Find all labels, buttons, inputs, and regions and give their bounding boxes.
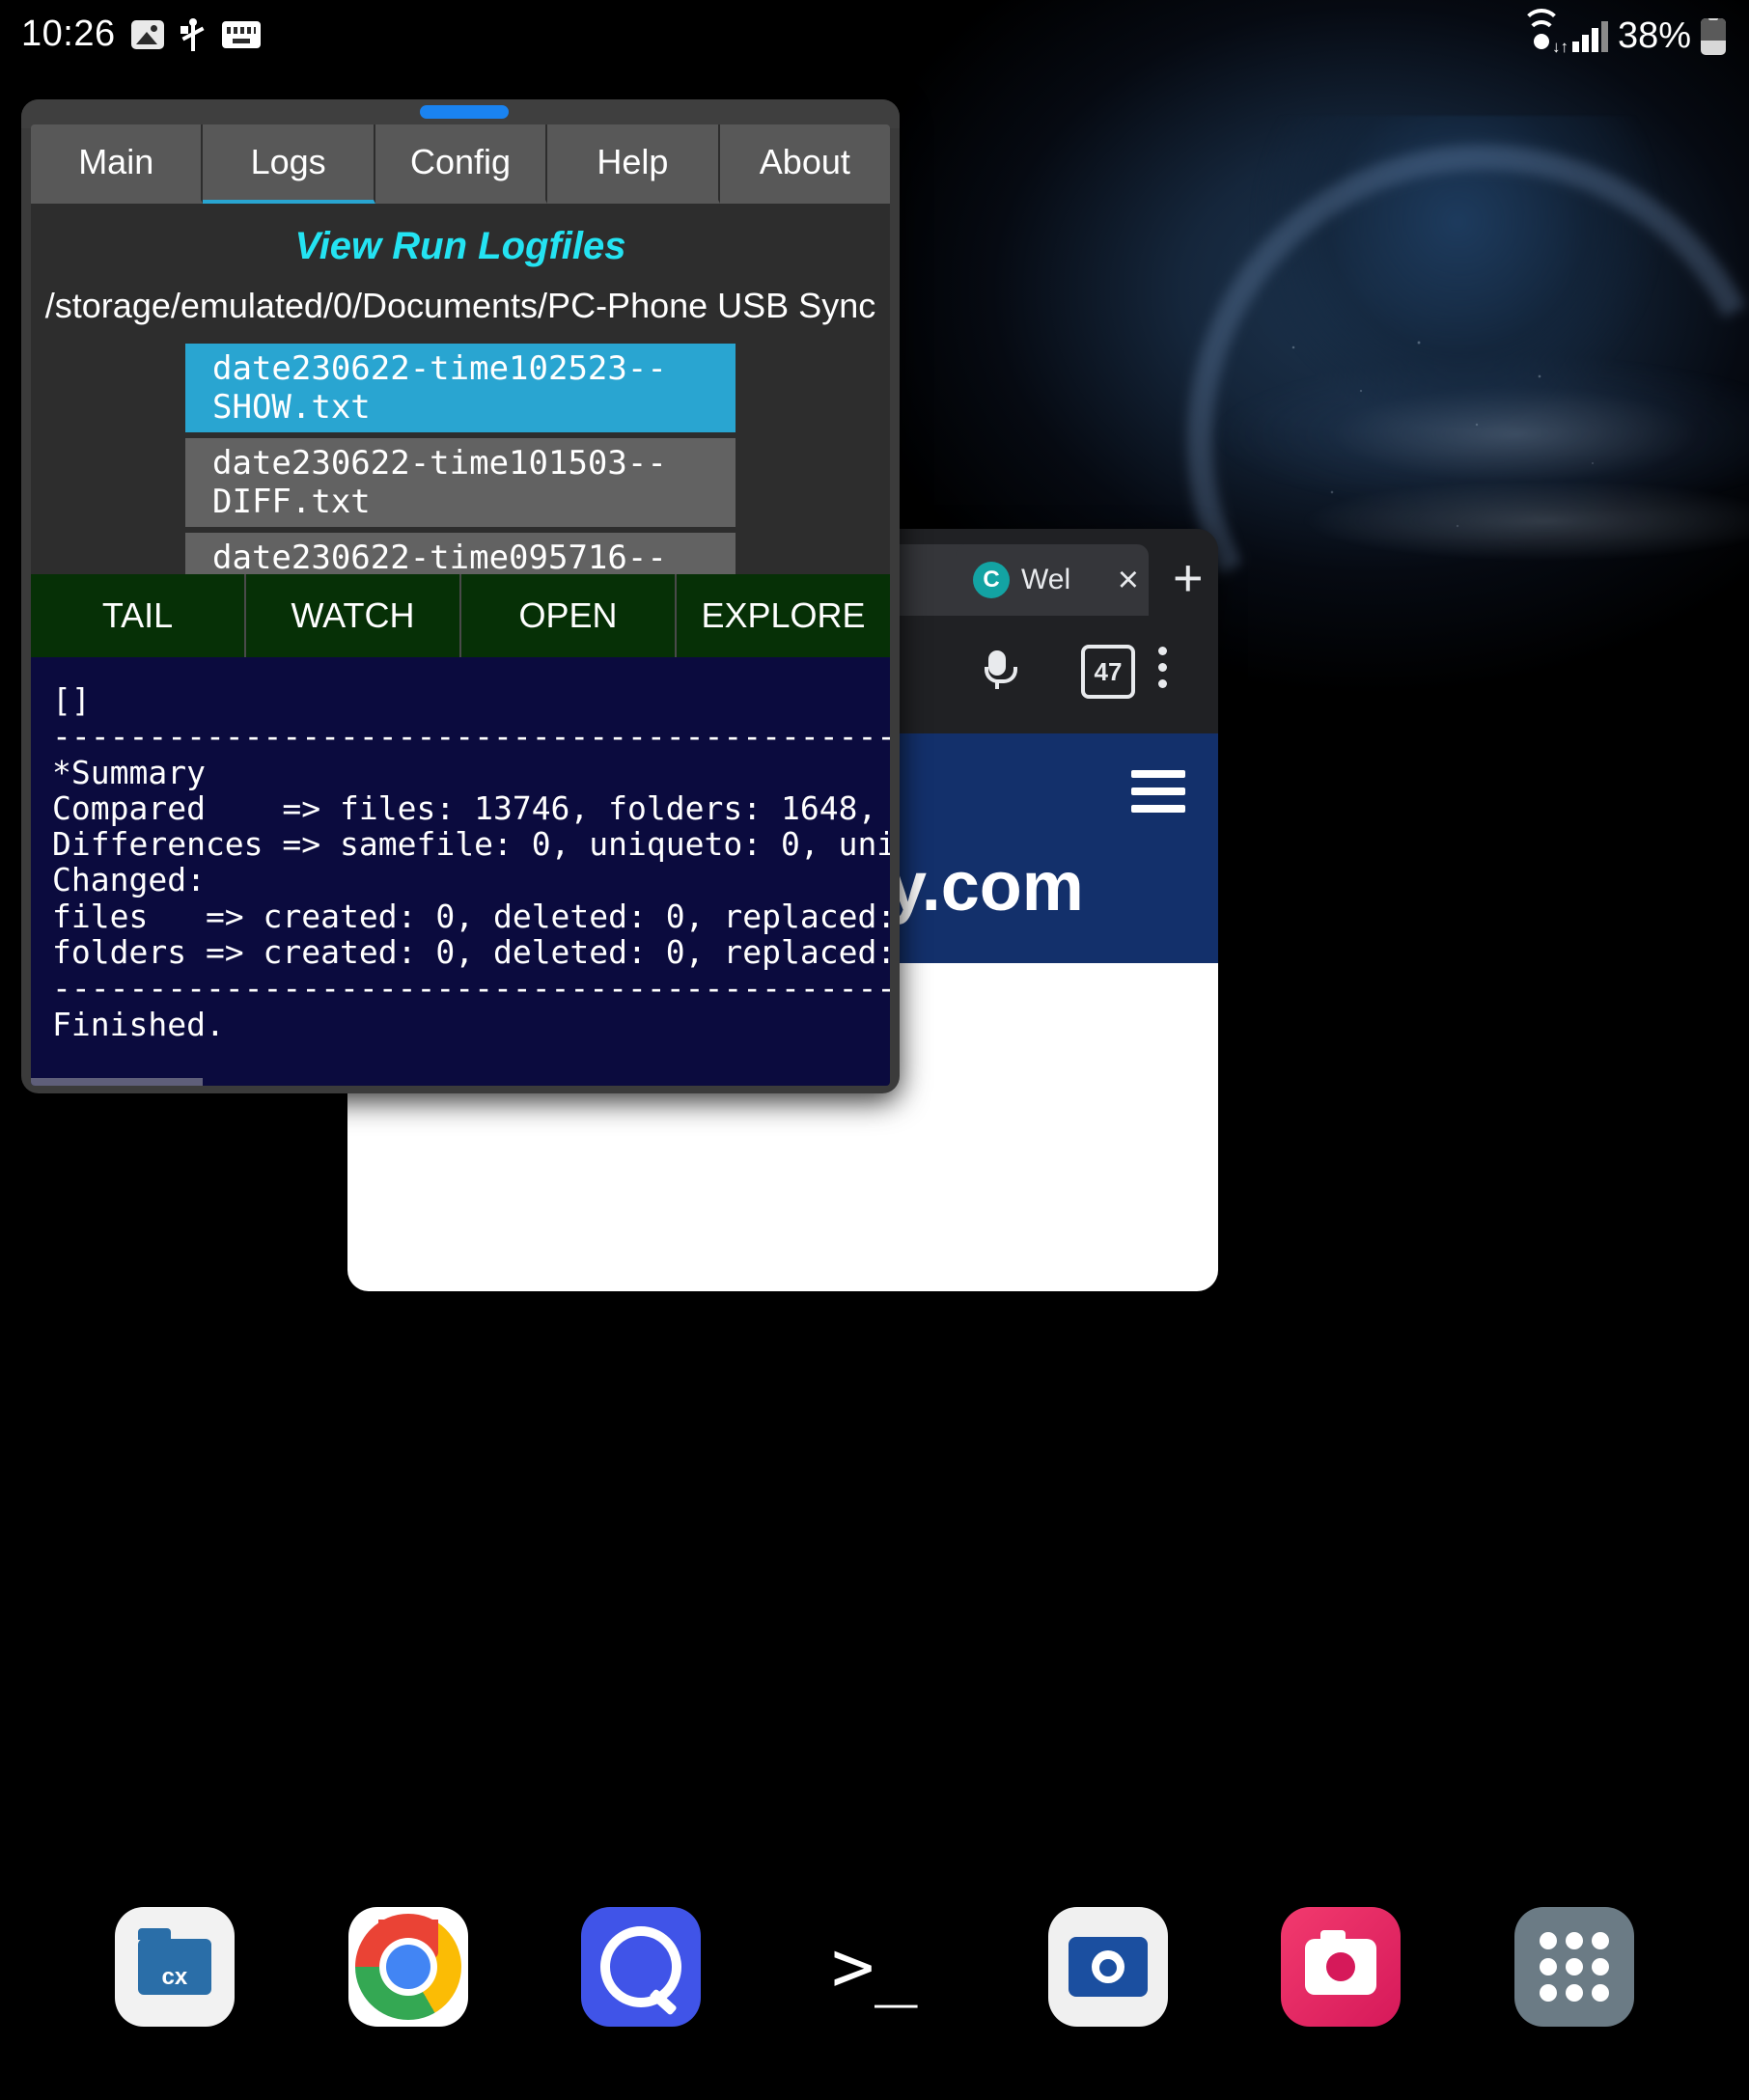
open-button[interactable]: OPEN — [461, 574, 677, 657]
logfile-name: date230622-time102523--SHOW.txt — [212, 349, 667, 427]
list-item[interactable]: date230622-time101503--DIFF.txt — [185, 438, 736, 527]
battery-percent-label: 38% — [1617, 15, 1691, 56]
tab-favicon-icon: C — [973, 562, 1010, 598]
new-tab-button[interactable]: + — [1173, 552, 1204, 604]
wifi-icon: ↓↑ — [1520, 8, 1569, 55]
watch-button[interactable]: WATCH — [246, 574, 461, 657]
logfile-name: date230622-time101503--DIFF.txt — [212, 444, 667, 521]
section-title: View Run Logfiles — [294, 225, 626, 267]
keyboard-icon — [221, 20, 261, 48]
tail-button[interactable]: TAIL — [31, 574, 246, 657]
hamburger-menu-icon[interactable] — [1131, 770, 1185, 813]
browser-tab-active-label: Wel — [1021, 564, 1071, 595]
explore-button[interactable]: EXPLORE — [677, 574, 890, 657]
email-icon[interactable] — [1047, 1907, 1168, 2027]
tab-main[interactable]: Main — [31, 124, 204, 204]
microphone-icon[interactable] — [985, 650, 1017, 689]
image-icon — [130, 19, 164, 49]
tab-help-label: Help — [597, 142, 669, 181]
app-content: Main Logs Config Help About View Run Log… — [31, 124, 890, 1086]
terminal-scrollbar[interactable] — [31, 1078, 203, 1086]
wallpaper-particles — [1274, 318, 1680, 608]
terminal-output: [] -------------------------------------… — [31, 657, 890, 1086]
app-drawer-icon[interactable] — [1514, 1907, 1635, 2027]
logfile-path: /storage/emulated/0/Documents/PC-Phone U… — [44, 286, 876, 325]
browser-tab-active[interactable]: C Wel × — [956, 544, 1149, 616]
usb-sync-app-window[interactable]: Main Logs Config Help About View Run Log… — [21, 99, 900, 1093]
cx-label: cx — [161, 1964, 188, 1990]
status-bar: 10:26 ↓↑ 38% — [0, 0, 1749, 73]
quik-icon[interactable] — [581, 1907, 702, 2027]
tab-about-label: About — [759, 142, 850, 181]
app-tab-bar: Main Logs Config Help About — [31, 124, 890, 204]
app-dock: cx >_ — [0, 1870, 1749, 2063]
terminal-icon[interactable]: >_ — [815, 1907, 934, 2027]
tab-count-icon[interactable]: 47 — [1081, 645, 1135, 699]
close-icon[interactable]: × — [1118, 562, 1139, 598]
terminal-glyph: >_ — [831, 1925, 918, 2008]
screen: 10:26 ↓↑ 38% roid C Wel × + — [0, 0, 1749, 2100]
tab-about[interactable]: About — [719, 124, 890, 204]
overflow-menu-icon[interactable] — [1158, 647, 1168, 693]
signal-icon — [1571, 20, 1608, 52]
camera-icon[interactable] — [1281, 1907, 1402, 2027]
tab-config-label: Config — [409, 142, 512, 181]
cx-file-explorer-icon[interactable]: cx — [114, 1907, 235, 2027]
tab-help[interactable]: Help — [547, 124, 720, 204]
window-drag-handle[interactable] — [420, 105, 509, 119]
status-bar-left: 10:26 — [21, 14, 261, 55]
list-item[interactable]: date230622-time102523--SHOW.txt — [185, 344, 736, 432]
battery-icon — [1701, 17, 1726, 55]
tab-main-label: Main — [78, 142, 154, 181]
tab-config[interactable]: Config — [375, 124, 548, 204]
action-button-bar: TAIL WATCH OPEN EXPLORE — [31, 574, 890, 657]
status-bar-right: ↓↑ 38% — [1520, 8, 1726, 57]
status-bar-clock: 10:26 — [21, 14, 116, 54]
usb-icon — [180, 17, 207, 51]
tab-logs[interactable]: Logs — [203, 124, 375, 204]
tab-logs-label: Logs — [250, 142, 326, 181]
chrome-icon[interactable] — [347, 1907, 468, 2027]
